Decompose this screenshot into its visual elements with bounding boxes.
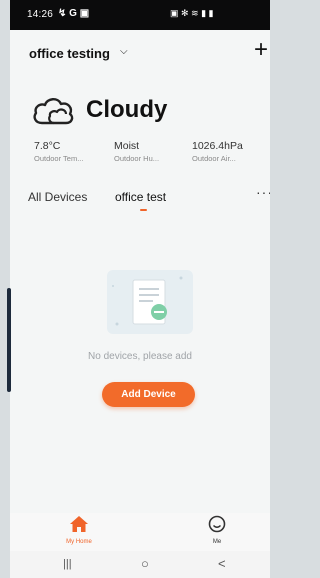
more-icon[interactable]: ··· bbox=[256, 184, 270, 200]
system-nav-bar: ||| ○ < bbox=[10, 551, 270, 578]
tab-all-devices[interactable]: All Devices bbox=[28, 190, 87, 204]
system-back-button[interactable]: < bbox=[218, 556, 226, 571]
nav-my-home[interactable]: My Home bbox=[54, 515, 104, 545]
recent-apps-button[interactable]: ||| bbox=[63, 558, 72, 570]
cloud-icon bbox=[30, 93, 76, 132]
room-tabs: All Devices office test ··· bbox=[10, 184, 270, 218]
nav-label: My Home bbox=[66, 539, 92, 545]
app-screen: 14:26 ↯ G ▣ ▣ ✻ ≋ ▮ ▮ office testing ⌵ +… bbox=[10, 0, 270, 578]
tab-office-test[interactable]: office test bbox=[115, 190, 166, 204]
status-bar: 14:26 ↯ G ▣ ▣ ✻ ≋ ▮ ▮ bbox=[10, 0, 270, 30]
plus-icon[interactable]: + bbox=[254, 38, 268, 62]
weather-stat-label: Outdoor Hu... bbox=[114, 154, 160, 163]
weather-stat-air-pressure: 1026.4hPa Outdoor Air... bbox=[192, 140, 243, 163]
home-header: office testing ⌵ + bbox=[10, 30, 270, 80]
weather-stat-label: Outdoor Tem... bbox=[34, 154, 84, 163]
weather-stat-value: 1026.4hPa bbox=[192, 140, 243, 152]
notification-icons: ↯ G ▣ bbox=[58, 8, 90, 19]
weather-stat-label: Outdoor Air... bbox=[192, 154, 236, 163]
smiley-icon bbox=[208, 515, 226, 533]
empty-devices-illustration bbox=[103, 262, 198, 347]
weather-stat-humidity: Moist Outdoor Hu... bbox=[114, 140, 159, 163]
nav-label: Me bbox=[212, 539, 222, 545]
system-status-icons: ▣ ✻ ≋ ▮ ▮ bbox=[170, 8, 214, 18]
status-time: 14:26 bbox=[27, 9, 54, 20]
weather-stat-value: Moist bbox=[114, 140, 140, 152]
weather-stat-value: 7.8°C bbox=[34, 140, 61, 152]
bottom-nav: My Home Me bbox=[10, 513, 270, 551]
add-device-button[interactable]: Add Device bbox=[102, 382, 195, 407]
home-icon bbox=[70, 516, 88, 532]
side-scroll-handle bbox=[7, 288, 11, 392]
weather-condition: Cloudy bbox=[86, 96, 168, 123]
weather-stat-temperature: 7.8°C Outdoor Tem... bbox=[34, 140, 83, 163]
active-tab-indicator bbox=[140, 209, 147, 211]
nav-me[interactable]: Me bbox=[192, 515, 242, 545]
system-home-button[interactable]: ○ bbox=[141, 556, 149, 571]
chevron-down-icon[interactable]: ⌵ bbox=[120, 46, 128, 57]
empty-state-message: No devices, please add bbox=[88, 351, 192, 362]
home-selector[interactable]: office testing bbox=[29, 46, 110, 61]
